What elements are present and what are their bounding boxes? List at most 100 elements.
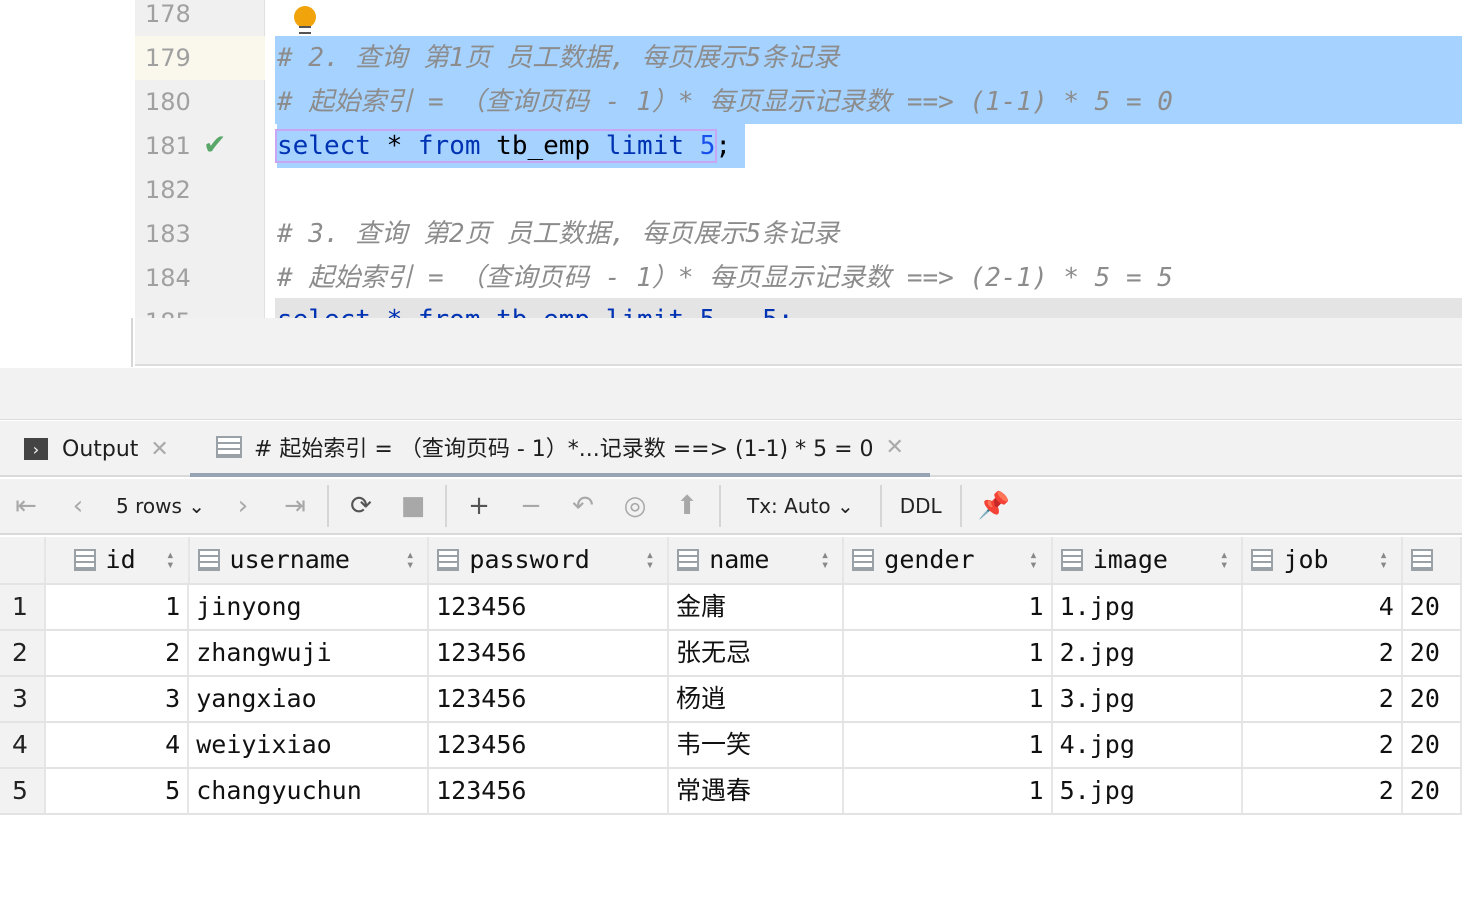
table-cell[interactable]: 金庸: [669, 585, 845, 629]
table-row[interactable]: 4 4 weiyixiao 123456 韦一笑 1 4.jpg 2 20: [0, 723, 1462, 769]
table-cell[interactable]: 123456: [429, 585, 670, 629]
tab-output[interactable]: › Output ✕: [24, 421, 169, 477]
panel-splitter[interactable]: [0, 368, 1462, 420]
table-cell[interactable]: 123456: [429, 631, 670, 675]
table-row[interactable]: 2 2 zhangwuji 123456 张无忌 1 2.jpg 2 20: [0, 631, 1462, 677]
table-cell[interactable]: 1: [844, 677, 1053, 721]
table-cell[interactable]: 20: [1403, 585, 1462, 629]
sort-icon[interactable]: ▴ ▾: [406, 548, 420, 572]
table-cell[interactable]: 5.jpg: [1053, 769, 1244, 813]
table-row[interactable]: 5 5 changyuchun 123456 常遇春 1 5.jpg 2 20: [0, 769, 1462, 815]
close-icon[interactable]: ✕: [150, 437, 168, 462]
table-cell[interactable]: 1: [844, 585, 1053, 629]
code-line: # 起始索引 = （查询页码 - 1）* 每页显示记录数 ==> (1-1) *…: [277, 87, 1173, 117]
table-cell[interactable]: 20: [1403, 631, 1462, 675]
table-cell[interactable]: 20: [1403, 723, 1462, 767]
sort-icon[interactable]: ▴ ▾: [1220, 548, 1234, 572]
table-cell[interactable]: 2: [1243, 769, 1403, 813]
table-cell[interactable]: 2: [1243, 723, 1403, 767]
close-icon[interactable]: ✕: [886, 435, 904, 460]
kw: limit: [605, 131, 685, 161]
delete-row-icon[interactable]: −: [505, 491, 557, 521]
tx-mode-dropdown[interactable]: Tx: Auto ⌄: [727, 494, 874, 518]
stop-icon[interactable]: ■: [387, 491, 439, 521]
table-cell[interactable]: 4: [46, 723, 190, 767]
pin-icon[interactable]: 📌: [968, 491, 1020, 521]
ddl-button[interactable]: DDL: [888, 494, 954, 518]
code-line: select * from tb_emp limit 5 , 5;: [277, 298, 794, 318]
table-row[interactable]: 1 1 jinyong 123456 金庸 1 1.jpg 4 20: [0, 585, 1462, 631]
column-name: id: [105, 545, 136, 574]
num: 5: [699, 131, 716, 161]
check-icon: ✔: [203, 128, 227, 161]
table-cell[interactable]: 1: [844, 631, 1053, 675]
column-icon: [1060, 549, 1083, 571]
table-cell[interactable]: 2.jpg: [1053, 631, 1244, 675]
row-number: 3: [0, 677, 46, 721]
lightbulb-base: [299, 26, 311, 34]
column-header[interactable]: gender ▴ ▾: [844, 537, 1053, 583]
sort-icon[interactable]: ▴ ▾: [646, 548, 660, 572]
table-cell[interactable]: changyuchun: [189, 769, 430, 813]
code-line-select: select * from tb_emp limit 5;: [274, 124, 745, 168]
last-page-icon[interactable]: ⇥: [269, 491, 321, 521]
table-cell[interactable]: zhangwuji: [189, 631, 430, 675]
line-number: 185: [145, 300, 191, 318]
table-cell[interactable]: 20: [1403, 677, 1462, 721]
table-cell[interactable]: 5: [46, 769, 190, 813]
table-cell[interactable]: 123456: [429, 723, 670, 767]
table-cell[interactable]: 3: [46, 677, 190, 721]
editor-scroll-strip: [135, 318, 1462, 366]
table-cell[interactable]: 20: [1403, 769, 1462, 813]
rows-dropdown[interactable]: 5 rows ⌄: [104, 494, 217, 518]
preview-icon[interactable]: ◎: [609, 491, 661, 521]
prev-page-icon[interactable]: ‹: [52, 491, 104, 521]
column-header[interactable]: job ▴ ▾: [1243, 537, 1403, 583]
divider: [879, 485, 882, 527]
table-cell[interactable]: 1: [844, 769, 1053, 813]
table-cell[interactable]: 韦一笑: [669, 723, 845, 767]
table-cell[interactable]: 2: [1243, 677, 1403, 721]
table-cell[interactable]: 1.jpg: [1053, 585, 1244, 629]
next-page-icon[interactable]: ›: [217, 491, 269, 521]
lightbulb-icon[interactable]: [294, 6, 316, 28]
refresh-icon[interactable]: ⟳: [335, 491, 387, 521]
column-header[interactable]: username ▴ ▾: [190, 537, 430, 583]
table-cell[interactable]: 常遇春: [669, 769, 845, 813]
column-header[interactable]: id ▴ ▾: [46, 537, 190, 583]
column-header[interactable]: name ▴ ▾: [669, 537, 845, 583]
console-icon: ›: [24, 438, 48, 460]
column-icon: [677, 549, 700, 571]
table-cell[interactable]: yangxiao: [189, 677, 430, 721]
table-cell[interactable]: 2: [46, 631, 190, 675]
table-cell[interactable]: 杨逍: [669, 677, 845, 721]
add-row-icon[interactable]: +: [453, 491, 505, 521]
tab-result[interactable]: # 起始索引 = （查询页码 - 1）*...记录数 ==> (1-1) * 5…: [190, 421, 930, 477]
table-cell[interactable]: jinyong: [189, 585, 430, 629]
line-number: 180: [145, 88, 191, 116]
first-page-icon[interactable]: ⇤: [0, 491, 52, 521]
sort-icon[interactable]: ▴ ▾: [821, 548, 835, 572]
table-cell[interactable]: 123456: [429, 769, 670, 813]
table-cell[interactable]: 2: [1243, 631, 1403, 675]
column-header[interactable]: image ▴ ▾: [1053, 537, 1244, 583]
column-header[interactable]: [1403, 537, 1462, 583]
sort-icon[interactable]: ▴ ▾: [1379, 548, 1393, 572]
table-cell[interactable]: weiyixiao: [189, 723, 430, 767]
table-cell[interactable]: 4: [1243, 585, 1403, 629]
table-cell[interactable]: 1: [46, 585, 190, 629]
table-cell[interactable]: 3.jpg: [1053, 677, 1244, 721]
table-row[interactable]: 3 3 yangxiao 123456 杨逍 1 3.jpg 2 20: [0, 677, 1462, 723]
table-cell[interactable]: 张无忌: [669, 631, 845, 675]
revert-icon[interactable]: ↶: [557, 491, 609, 521]
column-header[interactable]: password ▴ ▾: [429, 537, 670, 583]
sql-editor[interactable]: 178 179 180 181 ✔ 182 183 184 185 # 2. 查…: [0, 0, 1462, 318]
submit-icon[interactable]: ⬆: [661, 491, 713, 521]
table-cell[interactable]: 1: [844, 723, 1053, 767]
tab-label: # 起始索引 = （查询页码 - 1）*...记录数 ==> (1-1) * 5…: [254, 437, 874, 462]
table-cell[interactable]: 123456: [429, 677, 670, 721]
sort-icon[interactable]: ▴ ▾: [1029, 548, 1043, 572]
table-cell[interactable]: 4.jpg: [1053, 723, 1244, 767]
sort-icon[interactable]: ▴ ▾: [166, 548, 180, 572]
divider: [719, 485, 721, 527]
